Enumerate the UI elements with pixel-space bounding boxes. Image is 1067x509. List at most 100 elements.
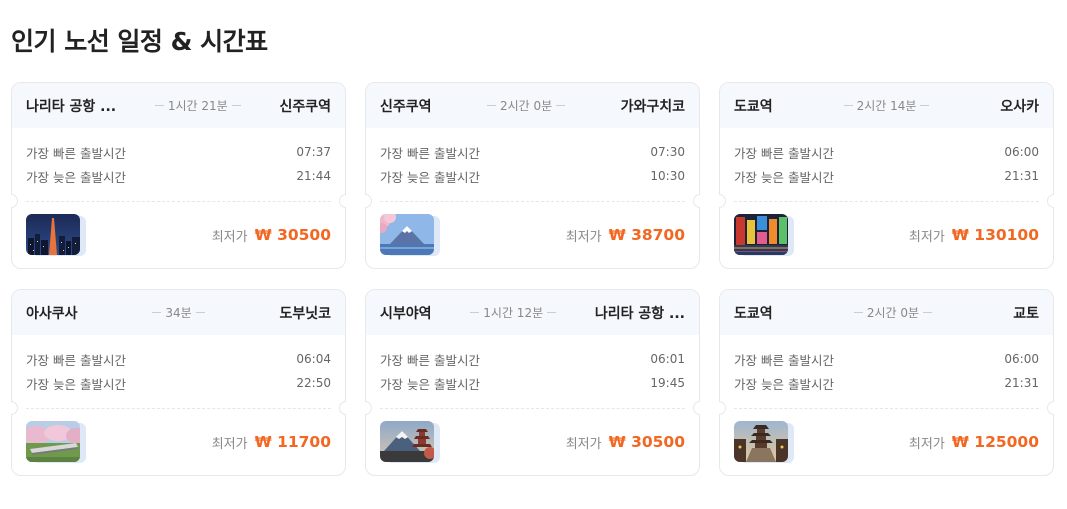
price-info: 최저가 ₩ 130100	[909, 226, 1039, 245]
kyoto-yasaka-pagoda-image	[734, 421, 788, 462]
duration-indicator: 2시간 0분	[432, 97, 621, 114]
earliest-departure-row: 가장 빠른 출발시간 06:04	[26, 347, 331, 371]
route-footer: 최저가 ₩ 125000	[734, 421, 1039, 463]
lowest-price-label: 최저가	[565, 229, 602, 245]
price-value: ₩ 30500	[254, 226, 331, 244]
earliest-departure-time: 06:04	[296, 352, 331, 366]
earliest-departure-time: 06:00	[1004, 352, 1039, 366]
route-card[interactable]: 신주쿠역 2시간 0분 가와구치코 가장 빠른 출발시간 07:30 가장 늦은…	[365, 82, 700, 269]
arrival-station: 가와구치코	[620, 98, 685, 115]
destination-thumbnail	[734, 214, 796, 256]
mount-fuji-cherry-blossom-image	[380, 214, 434, 255]
ticket-notch	[11, 401, 18, 415]
route-footer: 최저가 ₩ 30500	[380, 421, 685, 463]
duration-text: 2시간 0분	[499, 99, 553, 113]
departure-station: 시부야역	[380, 305, 432, 322]
page-title: 인기 노선 일정 & 시간표	[11, 27, 268, 56]
route-header: 도쿄역 2시간 14분 오사카	[720, 83, 1053, 128]
earliest-departure-label: 가장 빠른 출발시간	[734, 352, 834, 368]
duration-line	[154, 105, 164, 106]
ticket-notch	[693, 401, 700, 415]
route-card[interactable]: 나리타 공항 ... 1시간 21분 신주쿠역 가장 빠른 출발시간 07:37…	[11, 82, 346, 269]
ticket-notch	[365, 194, 372, 208]
duration-text: 2시간 14분	[856, 99, 917, 113]
earliest-departure-time: 07:30	[650, 145, 685, 159]
earliest-departure-label: 가장 빠른 출발시간	[380, 145, 480, 161]
earliest-departure-label: 가장 빠른 출발시간	[26, 352, 126, 368]
lowest-price-label: 최저가	[211, 229, 248, 245]
mount-fuji-pagoda-image	[380, 421, 434, 462]
earliest-departure-row: 가장 빠른 출발시간 07:37	[26, 140, 331, 164]
duration-text: 1시간 12분	[483, 306, 544, 320]
departure-station: 나리타 공항 ...	[26, 98, 117, 115]
latest-departure-row: 가장 늦은 출발시간 22:50	[26, 371, 331, 395]
route-header: 시부야역 1시간 12분 나리타 공항 ...	[366, 290, 699, 335]
duration-text: 34분	[165, 306, 192, 320]
ticket-divider	[734, 408, 1039, 409]
duration-line	[486, 105, 496, 106]
earliest-departure-row: 가장 빠른 출발시간 06:00	[734, 347, 1039, 371]
lowest-price-label: 최저가	[908, 436, 945, 452]
ticket-divider	[380, 201, 685, 202]
duration-indicator: 1시간 12분	[432, 304, 595, 321]
duration-line	[231, 105, 241, 106]
route-header: 아사쿠사 34분 도부닛코	[12, 290, 345, 335]
route-footer: 최저가 ₩ 11700	[26, 421, 331, 463]
earliest-departure-row: 가장 빠른 출발시간 06:01	[380, 347, 685, 371]
train-cherry-blossom-image	[26, 421, 80, 462]
price-info: 최저가 ₩ 38700	[566, 226, 685, 245]
route-header: 나리타 공항 ... 1시간 21분 신주쿠역	[12, 83, 345, 128]
ticket-divider	[734, 201, 1039, 202]
duration-line	[556, 105, 566, 106]
earliest-departure-time: 06:00	[1004, 145, 1039, 159]
departure-times: 가장 빠른 출발시간 07:30 가장 늦은 출발시간 10:30	[366, 128, 699, 188]
latest-departure-label: 가장 늦은 출발시간	[26, 376, 126, 392]
route-card[interactable]: 도쿄역 2시간 0분 교토 가장 빠른 출발시간 06:00 가장 늦은 출발시…	[719, 289, 1054, 476]
duration-line	[853, 312, 863, 313]
duration-indicator: 2시간 0분	[773, 304, 1014, 321]
latest-departure-time: 22:50	[296, 376, 331, 390]
earliest-departure-time: 06:01	[650, 352, 685, 366]
destination-thumbnail	[26, 421, 88, 463]
tokyo-night-skyline-image	[26, 214, 80, 255]
lowest-price-label: 최저가	[565, 436, 602, 452]
route-card[interactable]: 아사쿠사 34분 도부닛코 가장 빠른 출발시간 06:04 가장 늦은 출발시…	[11, 289, 346, 476]
price-value: ₩ 130100	[951, 226, 1039, 244]
duration-indicator: 2시간 14분	[773, 97, 1001, 114]
ticket-notch	[339, 401, 346, 415]
earliest-departure-label: 가장 빠른 출발시간	[734, 145, 834, 161]
ticket-divider	[26, 408, 331, 409]
departure-times: 가장 빠른 출발시간 06:00 가장 늦은 출발시간 21:31	[720, 335, 1053, 395]
duration-line	[547, 312, 557, 313]
route-card[interactable]: 도쿄역 2시간 14분 오사카 가장 빠른 출발시간 06:00 가장 늦은 출…	[719, 82, 1054, 269]
price-info: 최저가 ₩ 11700	[212, 433, 331, 452]
duration-text: 2시간 0분	[866, 306, 920, 320]
lowest-price-label: 최저가	[908, 229, 945, 245]
price-value: ₩ 30500	[608, 433, 685, 451]
ticket-notch	[339, 194, 346, 208]
duration-line	[923, 312, 933, 313]
duration-line	[920, 105, 930, 106]
ticket-notch	[719, 194, 726, 208]
departure-times: 가장 빠른 출발시간 07:37 가장 늦은 출발시간 21:44	[12, 128, 345, 188]
latest-departure-label: 가장 늦은 출발시간	[734, 169, 834, 185]
earliest-departure-row: 가장 빠른 출발시간 07:30	[380, 140, 685, 164]
latest-departure-row: 가장 늦은 출발시간 19:45	[380, 371, 685, 395]
latest-departure-label: 가장 늦은 출발시간	[380, 376, 480, 392]
departure-times: 가장 빠른 출발시간 06:01 가장 늦은 출발시간 19:45	[366, 335, 699, 395]
osaka-dotonbori-night-image	[734, 214, 788, 255]
price-info: 최저가 ₩ 30500	[566, 433, 685, 452]
route-header: 신주쿠역 2시간 0분 가와구치코	[366, 83, 699, 128]
latest-departure-row: 가장 늦은 출발시간 21:31	[734, 371, 1039, 395]
earliest-departure-label: 가장 빠른 출발시간	[380, 352, 480, 368]
arrival-station: 도부닛코	[279, 305, 331, 322]
departure-station: 아사쿠사	[26, 305, 78, 322]
price-value: ₩ 38700	[608, 226, 685, 244]
duration-text: 1시간 21분	[167, 99, 228, 113]
route-footer: 최저가 ₩ 30500	[26, 214, 331, 256]
ticket-notch	[693, 194, 700, 208]
ticket-notch	[365, 401, 372, 415]
destination-thumbnail	[380, 421, 442, 463]
departure-station: 도쿄역	[734, 98, 773, 115]
route-card[interactable]: 시부야역 1시간 12분 나리타 공항 ... 가장 빠른 출발시간 06:01…	[365, 289, 700, 476]
